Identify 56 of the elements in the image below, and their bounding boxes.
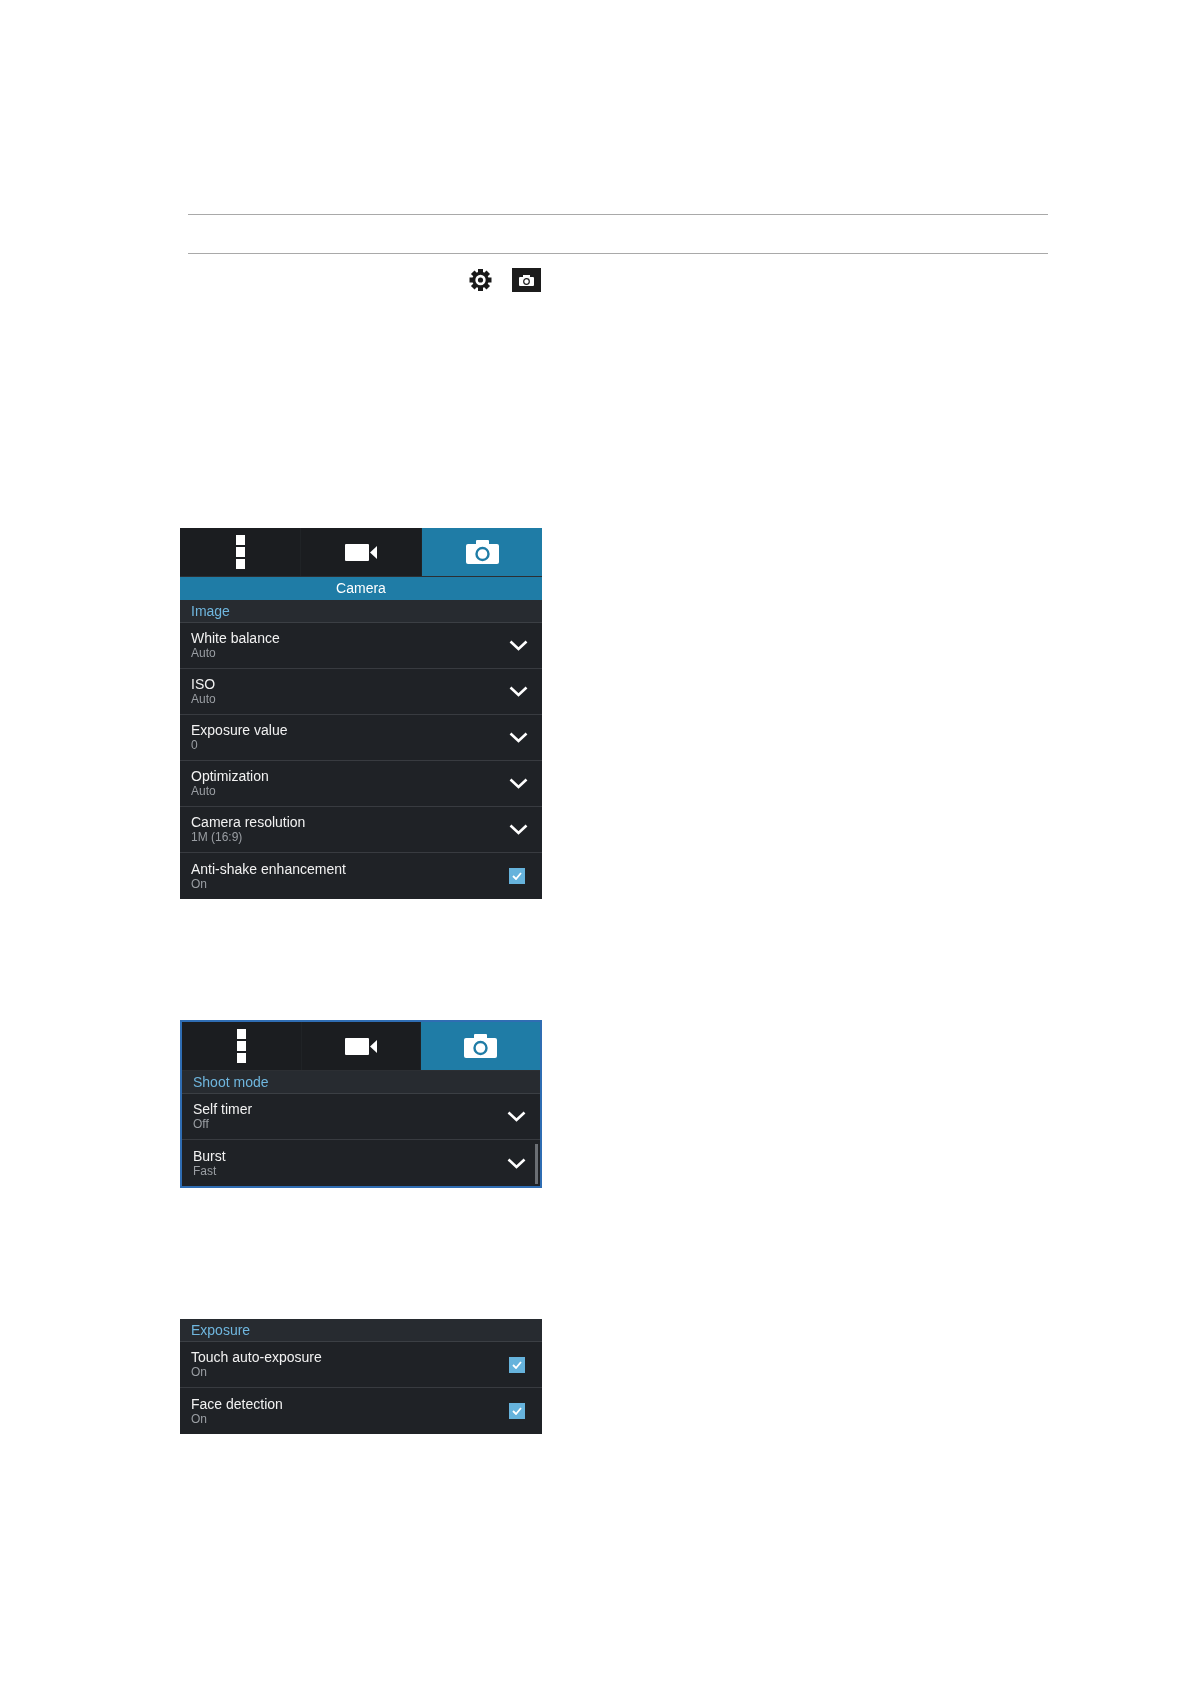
setting-row[interactable]: ISO Auto	[180, 669, 542, 715]
checkbox[interactable]	[509, 868, 525, 884]
setting-row[interactable]: White balance Auto	[180, 623, 542, 669]
section-header: Shoot mode	[182, 1071, 540, 1094]
chevron-down-icon	[509, 778, 528, 789]
setting-label: Exposure value	[191, 722, 288, 738]
setting-value: On	[191, 876, 208, 892]
setting-value: On	[191, 1411, 208, 1427]
setting-label: Burst	[193, 1147, 226, 1164]
video-camera-icon	[345, 1037, 377, 1055]
setting-row[interactable]: Touch auto-exposure On	[180, 1342, 542, 1388]
checkmark-icon	[512, 1360, 522, 1369]
setting-label: Camera resolution	[191, 814, 306, 830]
chevron-down-icon	[507, 1157, 526, 1169]
setting-value: Off	[193, 1117, 210, 1132]
setting-label: ISO	[191, 676, 216, 692]
setting-value: Auto	[191, 784, 217, 799]
setting-label: Face detection	[191, 1395, 283, 1412]
setting-label: Touch auto-exposure	[191, 1349, 322, 1365]
setting-label: White balance	[191, 630, 280, 646]
setting-label: Self timer	[193, 1101, 253, 1117]
setting-value: 0	[191, 738, 199, 753]
setting-row[interactable]: Optimization Auto	[180, 761, 542, 807]
chevron-down-icon	[509, 686, 528, 697]
setting-label: Anti-shake enhancement	[191, 860, 346, 877]
setting-row[interactable]: Burst Fast	[182, 1140, 540, 1186]
setting-row[interactable]: Self timer Off	[182, 1094, 540, 1140]
camera-icon	[464, 1034, 498, 1058]
setting-row[interactable]: Face detection On	[180, 1388, 542, 1434]
setting-row[interactable]: Camera resolution 1M (16:9)	[180, 807, 542, 853]
chevron-down-icon	[509, 732, 528, 743]
chevron-down-icon	[507, 1111, 526, 1122]
camera-icon	[512, 268, 541, 292]
checkbox[interactable]	[509, 1403, 525, 1419]
section-header: Image	[180, 600, 542, 623]
setting-value: 1M (16:9)	[191, 830, 244, 845]
chevron-down-icon	[509, 640, 528, 651]
scrollbar-thumb[interactable]	[535, 1144, 538, 1184]
setting-row[interactable]: Exposure value 0	[180, 715, 542, 761]
setting-value: Fast	[193, 1163, 218, 1179]
video-camera-icon	[345, 543, 377, 561]
gear-icon	[468, 268, 493, 292]
setting-value: On	[191, 1365, 208, 1380]
setting-label: Optimization	[191, 768, 269, 784]
menu-icon	[235, 535, 245, 569]
checkbox[interactable]	[509, 1356, 525, 1373]
menu-icon	[236, 1029, 246, 1063]
camera-icon	[465, 540, 499, 564]
checkmark-icon	[512, 1407, 522, 1415]
checkmark-icon	[512, 872, 522, 880]
panel-title: Camera	[180, 577, 542, 600]
section-header: Exposure	[180, 1319, 542, 1342]
chevron-down-icon	[509, 824, 528, 835]
setting-value: Auto	[191, 692, 216, 707]
setting-value: Auto	[191, 646, 217, 661]
setting-row[interactable]: Anti-shake enhancement On	[180, 853, 542, 899]
